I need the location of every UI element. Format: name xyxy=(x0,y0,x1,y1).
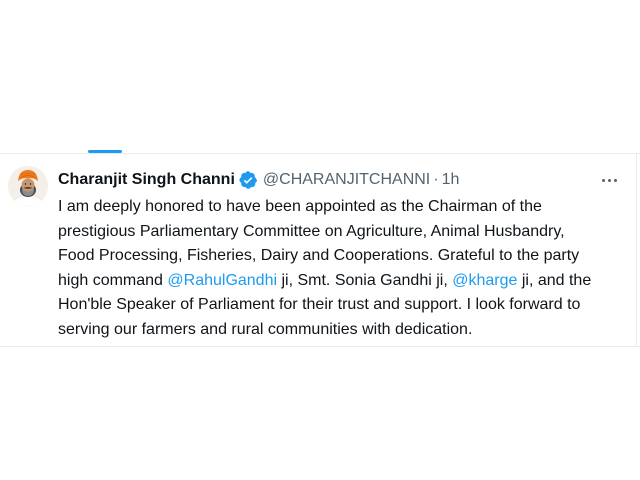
tweet[interactable]: Charanjit Singh Channi @CHARANJITCHANNI … xyxy=(0,154,636,346)
bottom-divider xyxy=(0,346,640,347)
more-options-button[interactable] xyxy=(596,169,622,191)
text-segment: ji, and the xyxy=(517,271,592,289)
right-divider xyxy=(636,153,637,346)
tweet-text-line: I am deeply honored to have been appoint… xyxy=(58,195,630,220)
text-segment: serving our farmers and rural communitie… xyxy=(58,320,473,338)
avatar-image xyxy=(8,166,48,206)
tweet-text-line: Hon'ble Speaker of Parliament for their … xyxy=(58,293,630,318)
separator-dot: · xyxy=(433,171,439,188)
avatar[interactable] xyxy=(8,166,48,206)
text-segment: Food Processing, Fisheries, Dairy and Co… xyxy=(58,247,580,264)
tweet-header: Charanjit Singh Channi @CHARANJITCHANNI … xyxy=(58,169,459,191)
text-segment: ji, Smt. Sonia Gandhi ji, xyxy=(277,271,453,289)
verified-badge-icon xyxy=(238,170,258,190)
tweet-text-line: Food Processing, Fisheries, Dairy and Co… xyxy=(58,244,630,269)
display-name[interactable]: Charanjit Singh Channi xyxy=(58,169,235,191)
tweet-text: I am deeply honored to have been appoint… xyxy=(58,195,630,342)
text-segment: Hon'ble Speaker of Parliament for their … xyxy=(58,296,581,313)
text-segment: prestigious Parliamentary Committee on A… xyxy=(58,222,565,240)
tweet-text-line: serving our farmers and rural communitie… xyxy=(58,318,630,343)
more-horizontal-icon xyxy=(601,178,617,182)
mention-link-kharge[interactable]: @kharge xyxy=(452,272,517,289)
tweet-text-line: prestigious Parliamentary Committee on A… xyxy=(58,220,630,245)
mention-link-rahulgandhi[interactable]: @RahulGandhi xyxy=(167,272,277,289)
tweet-text-line: high command @RahulGandhi ji, Smt. Sonia… xyxy=(58,269,630,294)
screenshot-frame: Charanjit Singh Channi @CHARANJITCHANNI … xyxy=(0,0,640,480)
handle[interactable]: @CHARANJITCHANNI xyxy=(263,169,430,191)
timestamp[interactable]: 1h xyxy=(442,169,460,191)
text-segment: I am deeply honored to have been appoint… xyxy=(58,198,542,215)
text-segment: high command xyxy=(58,271,168,289)
